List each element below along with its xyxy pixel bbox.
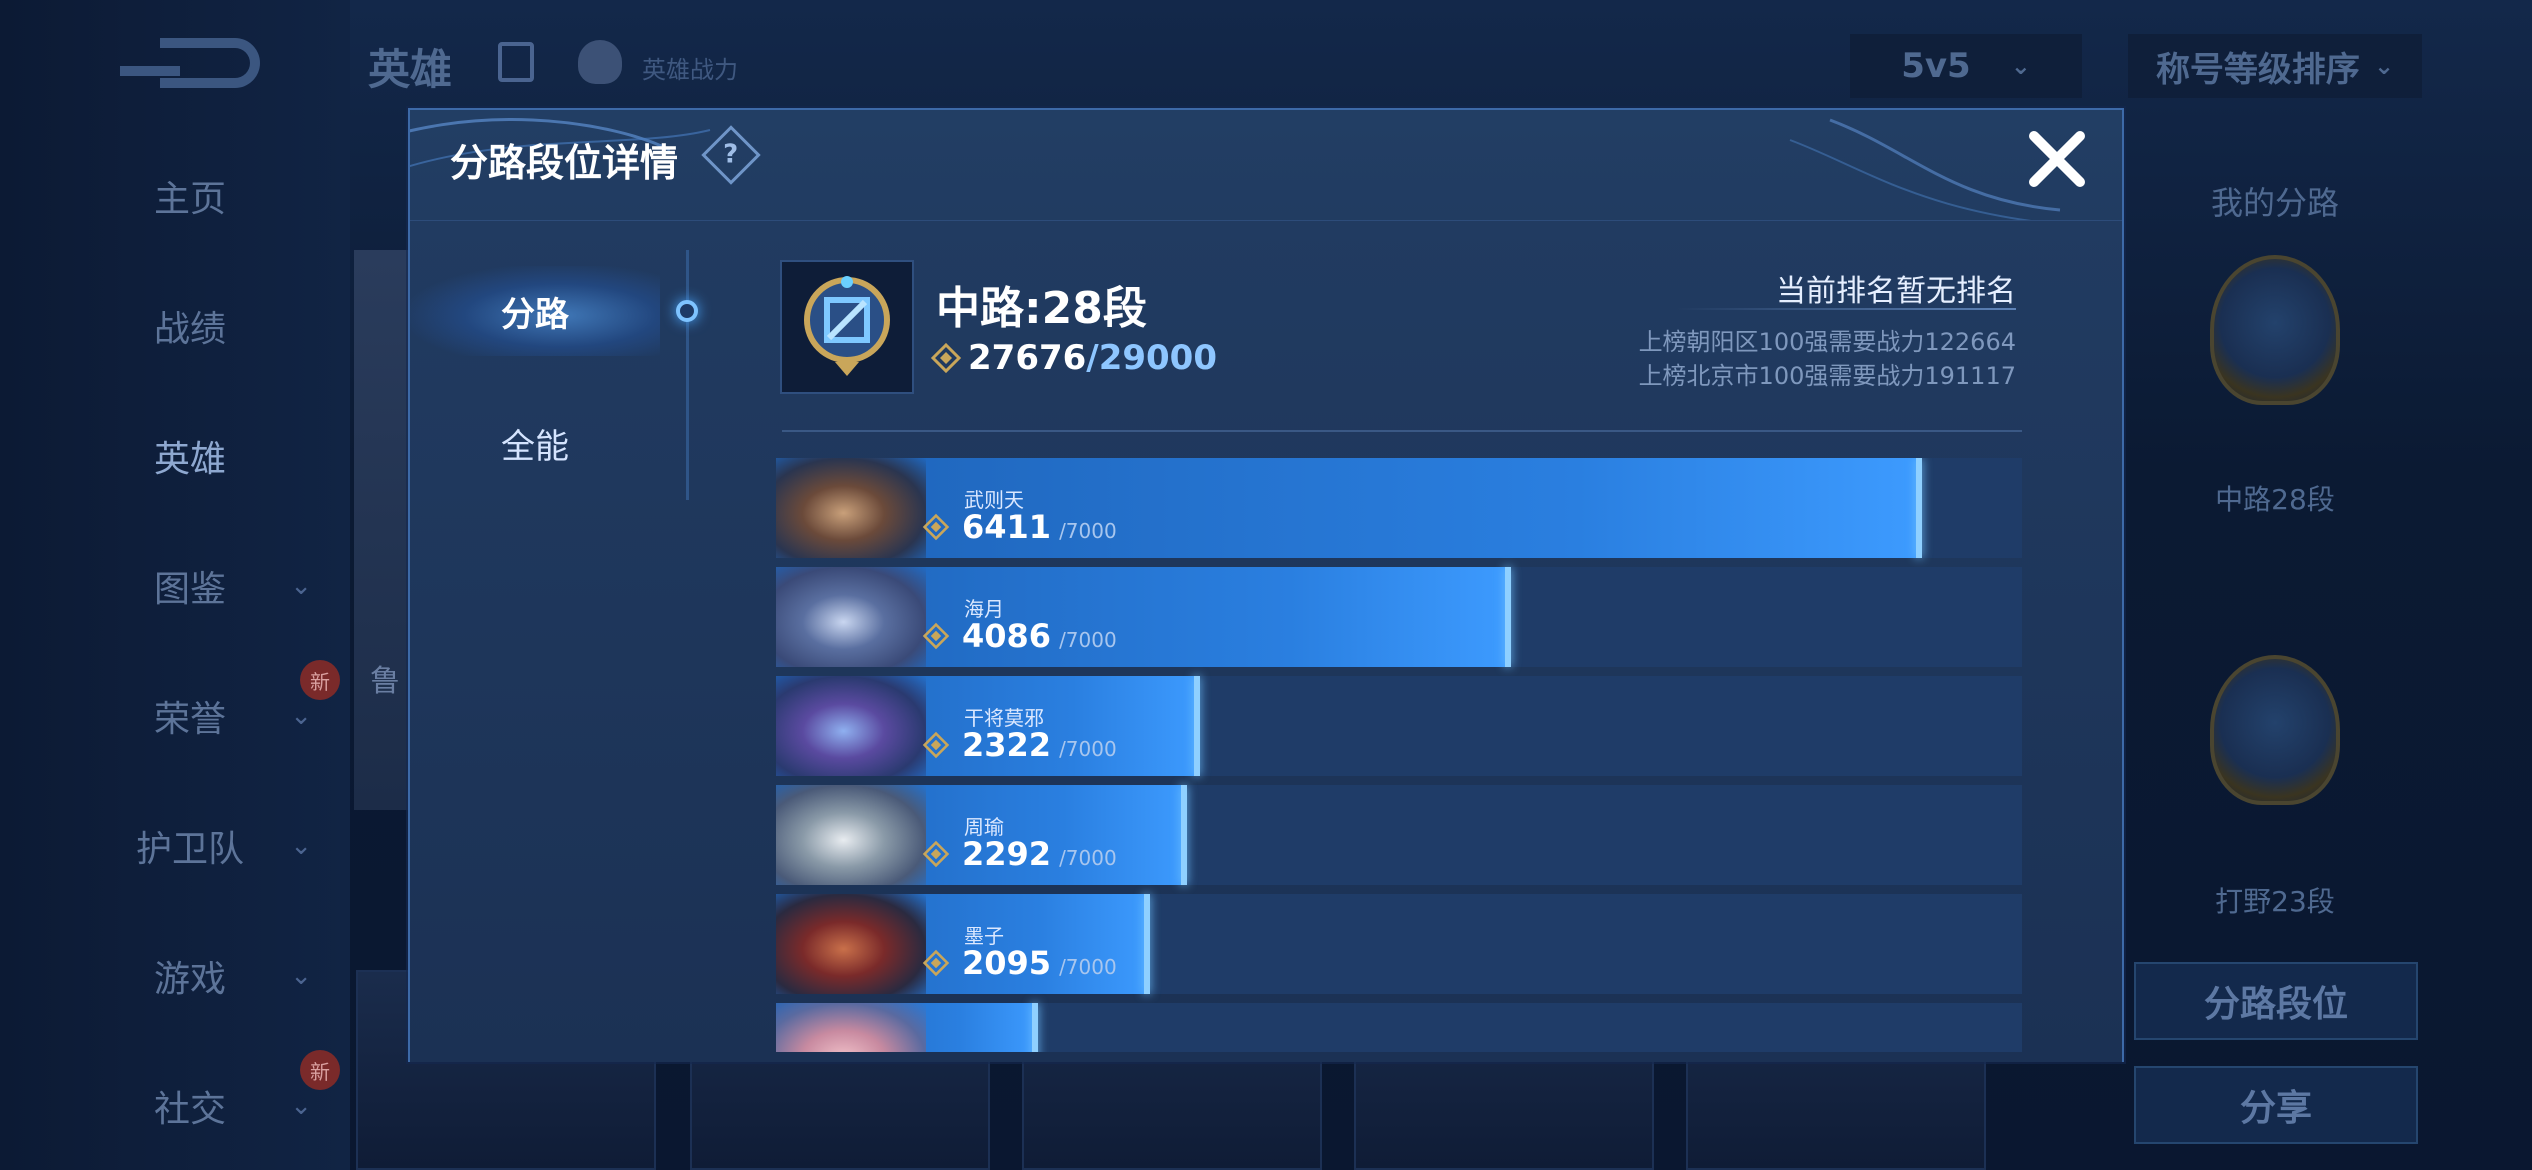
chevron-down-icon: ⌄ bbox=[290, 701, 312, 731]
mid-lane-emblem-icon bbox=[2210, 255, 2340, 405]
hero-power: 4086/7000 bbox=[922, 619, 1117, 653]
help-icon-glyph: ? bbox=[723, 140, 739, 170]
power-current: 27676 bbox=[968, 338, 1087, 378]
section-divider bbox=[782, 430, 2022, 432]
hero-power: 6411/7000 bbox=[922, 510, 1117, 544]
sidebar-item[interactable]: 荣誉 ⌄ 新 bbox=[60, 660, 340, 756]
power-max: /29000 bbox=[1086, 338, 1218, 378]
lane-rank-title: 中路:28段 bbox=[936, 283, 1147, 334]
chevron-down-icon: ⌄ bbox=[2010, 52, 2031, 80]
sidebar-item-label: 游戏 bbox=[153, 959, 226, 1000]
hero-power-list[interactable]: 武则天 6411/7000 海月 4086/7000 干将莫邪 2322/7000 周瑜 22… bbox=[776, 458, 2022, 1052]
power-diamond-icon bbox=[922, 622, 950, 650]
hero-card[interactable] bbox=[354, 250, 414, 810]
hero-power-value: 4086 bbox=[962, 617, 1052, 655]
lane-rank-button[interactable]: 分路段位 bbox=[2134, 962, 2418, 1040]
my-lanes-title: 我的分路 bbox=[2210, 184, 2339, 222]
power-diamond-icon bbox=[922, 949, 950, 977]
mode-select[interactable]: 5v5 ⌄ bbox=[1850, 34, 2082, 98]
lane-power: 27676 /29000 bbox=[930, 338, 1217, 378]
back-icon[interactable] bbox=[120, 38, 260, 88]
hero-power-value: 6411 bbox=[962, 508, 1052, 546]
hero-power-value: 2095 bbox=[962, 944, 1052, 982]
hero-power-icon[interactable] bbox=[578, 40, 622, 84]
close-icon[interactable] bbox=[2022, 124, 2092, 194]
modal-title: 分路段位详情 bbox=[450, 141, 679, 185]
sidebar-item[interactable]: 英雄 bbox=[60, 416, 320, 496]
sidebar-item[interactable]: 图鉴 ⌄ bbox=[60, 546, 320, 626]
chevron-down-icon: ⌄ bbox=[290, 1091, 312, 1121]
sidebar-item-label: 荣誉 bbox=[153, 699, 226, 740]
hero-portrait bbox=[776, 1003, 926, 1052]
rank-divider bbox=[1676, 308, 2016, 310]
tab-lane[interactable]: 分路 bbox=[410, 266, 660, 356]
sidebar-item-label: 战绩 bbox=[153, 309, 226, 350]
tab-indicator bbox=[676, 300, 698, 322]
hero-portrait bbox=[776, 676, 926, 776]
hero-row[interactable]: 海月 4086/7000 bbox=[776, 567, 2022, 667]
share-button[interactable]: 分享 bbox=[2134, 1066, 2418, 1144]
jungle-lane-emblem-icon bbox=[2210, 655, 2340, 805]
hero-power-max: /7000 bbox=[1059, 955, 1117, 979]
jungle-lane-label: 打野23段 bbox=[2215, 885, 2335, 918]
sidebar-item-label: 图鉴 bbox=[153, 569, 226, 610]
mid-lane-rank-icon bbox=[780, 260, 914, 394]
hero-card-label: 鲁 bbox=[370, 664, 400, 699]
sidebar-item[interactable]: 战绩 bbox=[60, 286, 320, 366]
hero-power-max: /7000 bbox=[1059, 628, 1117, 652]
page-title: 英雄 bbox=[368, 45, 453, 94]
hero-row[interactable]: 干将莫邪 2322/7000 bbox=[776, 676, 2022, 776]
hero-portrait bbox=[776, 567, 926, 667]
mode-select-value: 5v5 bbox=[1901, 46, 1971, 86]
power-diamond-icon bbox=[922, 513, 950, 541]
new-badge: 新 bbox=[300, 1050, 340, 1090]
hero-power-max: /7000 bbox=[1059, 737, 1117, 761]
mid-lane-emblem-icon bbox=[804, 276, 890, 376]
hero-power-value: 2292 bbox=[962, 835, 1052, 873]
list-icon[interactable] bbox=[498, 42, 534, 82]
hero-power-max: /7000 bbox=[1059, 519, 1117, 543]
sort-select[interactable]: 称号等级排序 ⌄ bbox=[2128, 34, 2422, 98]
chevron-down-icon: ⌄ bbox=[290, 571, 312, 601]
hero-power: 2095/7000 bbox=[922, 946, 1117, 980]
sidebar-item-label: 社交 bbox=[153, 1089, 226, 1130]
hero-power-label[interactable]: 英雄战力 bbox=[642, 50, 738, 85]
help-icon[interactable]: ? bbox=[701, 125, 761, 185]
rank-requirement-district: 上榜朝阳区100强需要战力122664 bbox=[1638, 328, 2016, 356]
sidebar-item-label: 主页 bbox=[153, 179, 226, 220]
hero-portrait bbox=[776, 894, 926, 994]
chevron-down-icon: ⌄ bbox=[2373, 52, 2395, 80]
hero-power-max: /7000 bbox=[1059, 846, 1117, 870]
chevron-down-icon: ⌄ bbox=[290, 961, 312, 991]
rank-requirement-city: 上榜北京市100强需要战力191117 bbox=[1638, 362, 2016, 390]
hero-row[interactable] bbox=[776, 1003, 2022, 1052]
mid-lane-label: 中路28段 bbox=[2215, 483, 2335, 516]
tab-rail bbox=[686, 250, 689, 500]
hero-row[interactable]: 武则天 6411/7000 bbox=[776, 458, 2022, 558]
sidebar-item[interactable]: 护卫队 ⌄ bbox=[60, 806, 320, 886]
hero-portrait bbox=[776, 458, 926, 558]
sidebar-item-label: 英雄 bbox=[153, 439, 226, 480]
hero-row[interactable]: 周瑜 2292/7000 bbox=[776, 785, 2022, 885]
hero-power-value: 2322 bbox=[962, 726, 1052, 764]
lane-rank-modal: 分路段位详情 ? 分路 全能 中路:28段 27676 /29000 当前排名暂… bbox=[408, 108, 2124, 1062]
rank-status: 当前排名暂无排名 bbox=[1776, 274, 2016, 309]
power-diamond-icon bbox=[930, 342, 962, 374]
sidebar-item[interactable]: 主页 bbox=[60, 156, 320, 236]
sidebar-item-label: 护卫队 bbox=[135, 829, 244, 870]
hero-row[interactable]: 墨子 2095/7000 bbox=[776, 894, 2022, 994]
sidebar-item[interactable]: 社交 ⌄ 新 bbox=[60, 1050, 340, 1146]
sort-select-value: 称号等级排序 bbox=[2155, 49, 2360, 90]
chevron-down-icon: ⌄ bbox=[290, 831, 312, 861]
hero-power: 2322/7000 bbox=[922, 728, 1117, 762]
sidebar-item[interactable]: 游戏 ⌄ bbox=[60, 936, 320, 1016]
hero-power: 2292/7000 bbox=[922, 837, 1117, 871]
new-badge: 新 bbox=[300, 660, 340, 700]
power-diamond-icon bbox=[922, 840, 950, 868]
hero-portrait bbox=[776, 785, 926, 885]
tab-all-round[interactable]: 全能 bbox=[410, 398, 660, 488]
power-diamond-icon bbox=[922, 731, 950, 759]
